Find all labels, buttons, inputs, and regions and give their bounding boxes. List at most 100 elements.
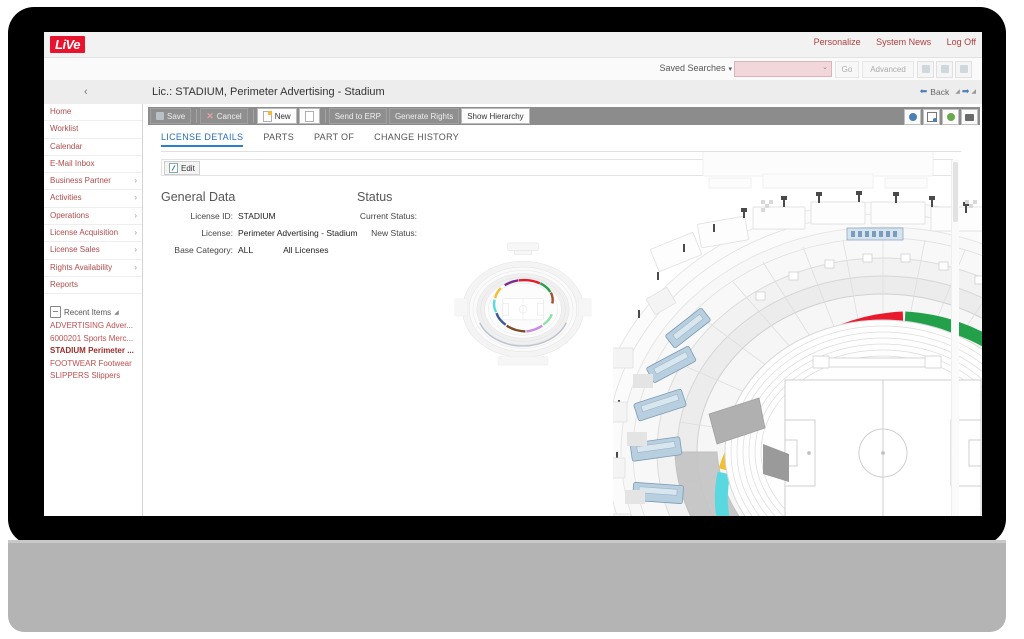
toolbar-separator	[196, 109, 198, 123]
generate-rights-button[interactable]: Generate Rights	[388, 108, 460, 124]
field-value: Perimeter Advertising - Stadium	[238, 228, 358, 238]
saved-searches-dropdown[interactable]: Saved Searches ▾	[659, 63, 732, 73]
go-button[interactable]: Go	[835, 61, 859, 78]
stadium-thumbnail[interactable]	[449, 242, 597, 367]
sidebar-item-rights-availability[interactable]: Rights Availability ›	[44, 260, 142, 277]
tab-part-of[interactable]: PART OF	[314, 132, 354, 147]
copy-button[interactable]	[298, 108, 320, 124]
sidebar-item-reports[interactable]: Reports	[44, 277, 142, 295]
monitor-stand	[8, 540, 1006, 632]
new-button[interactable]: New	[256, 108, 297, 124]
show-hierarchy-button[interactable]: Show Hierarchy	[461, 108, 530, 124]
chevron-right-icon: ›	[134, 210, 137, 220]
sidebar-item-label: Home	[50, 107, 72, 116]
toolbar-right-icons	[904, 109, 978, 125]
tab-change-history[interactable]: CHANGE HISTORY	[374, 132, 459, 147]
general-data-fields: License ID: STADIUM License: Perimeter Adve…	[161, 211, 361, 255]
recent-items-header: Recent Items ◢	[50, 306, 142, 319]
log-off-link[interactable]: Log Off	[947, 37, 976, 47]
user-icon[interactable]	[942, 109, 959, 125]
field-label: New Status:	[371, 228, 417, 238]
sidebar-item-label: E-Mail Inbox	[50, 158, 95, 168]
header-links: Personalize System News Log Off	[801, 37, 976, 47]
page-settings-icon[interactable]	[923, 109, 940, 125]
sidebar-collapse-icon[interactable]: ‹	[84, 86, 88, 98]
panel-icon[interactable]	[936, 61, 953, 78]
saved-searches-label: Saved Searches	[659, 63, 726, 73]
app-top-bar: LiVe Personalize System News Log Off	[44, 32, 982, 58]
sidebar-item-license-acquisition[interactable]: License Acquisition ›	[44, 225, 142, 243]
sidebar-item-worklist[interactable]: Worklist	[44, 121, 142, 139]
help-icon[interactable]	[955, 61, 972, 78]
back-label: Back	[930, 86, 950, 97]
toolbar-separator	[252, 109, 254, 123]
personalize-link[interactable]: Personalize	[814, 37, 861, 47]
sidebar-item-home[interactable]: Home	[44, 104, 142, 122]
form-row: Base Category: ALL All Licenses	[161, 245, 361, 255]
sidebar: Home Worklist Calendar E-Mail Inbox Business…	[44, 104, 143, 516]
new-label: New	[274, 111, 291, 121]
forward-arrow-icon[interactable]: ➡	[962, 86, 970, 97]
print-icon[interactable]	[961, 109, 978, 125]
sidebar-item-label: Operations	[50, 210, 90, 220]
help-glyph	[959, 65, 968, 73]
gear-glyph	[908, 113, 917, 121]
content-scrollbar[interactable]	[951, 160, 959, 516]
chevron-right-icon: ›	[134, 262, 137, 272]
grid-view-icon[interactable]	[917, 61, 934, 78]
search-input[interactable]: ⌄	[734, 61, 832, 77]
sidebar-item-label: Business Partner	[50, 176, 111, 186]
sidebar-item-calendar[interactable]: Calendar	[44, 139, 142, 156]
status-fields: Current Status: New Status:	[357, 211, 557, 238]
form-row: New Status:	[357, 228, 557, 238]
sidebar-item-business-partner[interactable]: Business Partner ›	[44, 173, 142, 191]
chevron-down-icon: ⌄	[822, 64, 828, 71]
scrollbar-thumb[interactable]	[953, 162, 958, 222]
tab-parts[interactable]: PARTS	[263, 132, 294, 147]
sidebar-item-operations[interactable]: Operations ›	[44, 208, 142, 226]
save-label: Save	[167, 111, 186, 121]
back-button[interactable]: ⬅ Back	[916, 85, 953, 98]
chevron-right-icon: ›	[134, 245, 137, 255]
field-label: License:	[201, 228, 233, 238]
recent-item[interactable]: 6000201 Sports Merc...	[50, 333, 142, 346]
app-logo[interactable]: LiVe	[50, 36, 85, 53]
recent-item[interactable]: SLIPPERS Slippers	[50, 370, 142, 383]
recent-item[interactable]: ADVERTISING Adver...	[50, 320, 142, 333]
sidebar-item-license-sales[interactable]: License Sales ›	[44, 242, 142, 260]
license-details-panel: LICENSE DETAILS PARTS PART OF CHANGE HISTOR…	[161, 132, 982, 516]
send-to-erp-button[interactable]: Send to ERP	[328, 108, 387, 124]
edit-icon	[169, 163, 178, 173]
chevron-right-icon: ›	[134, 176, 137, 186]
advanced-search-button[interactable]: Advanced	[862, 61, 914, 78]
form-row: License ID: STADIUM	[161, 211, 361, 221]
chevron-collapse-icon[interactable]: ◢	[114, 309, 119, 316]
chevron-down-icon: ▾	[728, 66, 732, 73]
back-dropdown-icon[interactable]: ◢	[955, 88, 960, 95]
tab-license-details[interactable]: LICENSE DETAILS	[161, 132, 244, 147]
sidebar-item-e-mail-inbox[interactable]: E-Mail Inbox	[44, 156, 142, 174]
general-data-title: General Data	[161, 190, 236, 204]
field-value: STADIUM	[238, 211, 276, 221]
form-row: License: Perimeter Advertising - Stadium	[161, 228, 361, 238]
chevron-right-icon: ›	[134, 228, 137, 238]
print-glyph	[965, 113, 974, 121]
system-news-link[interactable]: System News	[876, 37, 931, 47]
sidebar-item-label: License Acquisition	[50, 228, 119, 238]
field-value: ALL	[238, 245, 254, 255]
sidebar-item-activities[interactable]: Activities ›	[44, 190, 142, 208]
sidebar-item-label: Reports	[50, 279, 79, 289]
edit-button[interactable]: Edit	[164, 161, 200, 175]
stadium-map[interactable]	[613, 152, 982, 516]
field-value-secondary: All Licenses	[283, 245, 329, 255]
field-label: License ID:	[190, 211, 233, 221]
screen: LiVe Personalize System News Log Off Sav…	[44, 32, 982, 516]
gear-icon[interactable]	[904, 109, 921, 125]
recent-item[interactable]: STADIUM Perimeter ...	[50, 345, 142, 358]
grid-glyph	[921, 65, 930, 73]
save-button[interactable]: Save	[150, 108, 192, 124]
recent-item[interactable]: FOOTWEAR Footwear	[50, 358, 142, 371]
cancel-button[interactable]: ✕ Cancel	[200, 108, 248, 124]
forward-dropdown-icon[interactable]: ◢	[971, 88, 976, 95]
sidebar-item-label: Activities	[50, 193, 82, 203]
